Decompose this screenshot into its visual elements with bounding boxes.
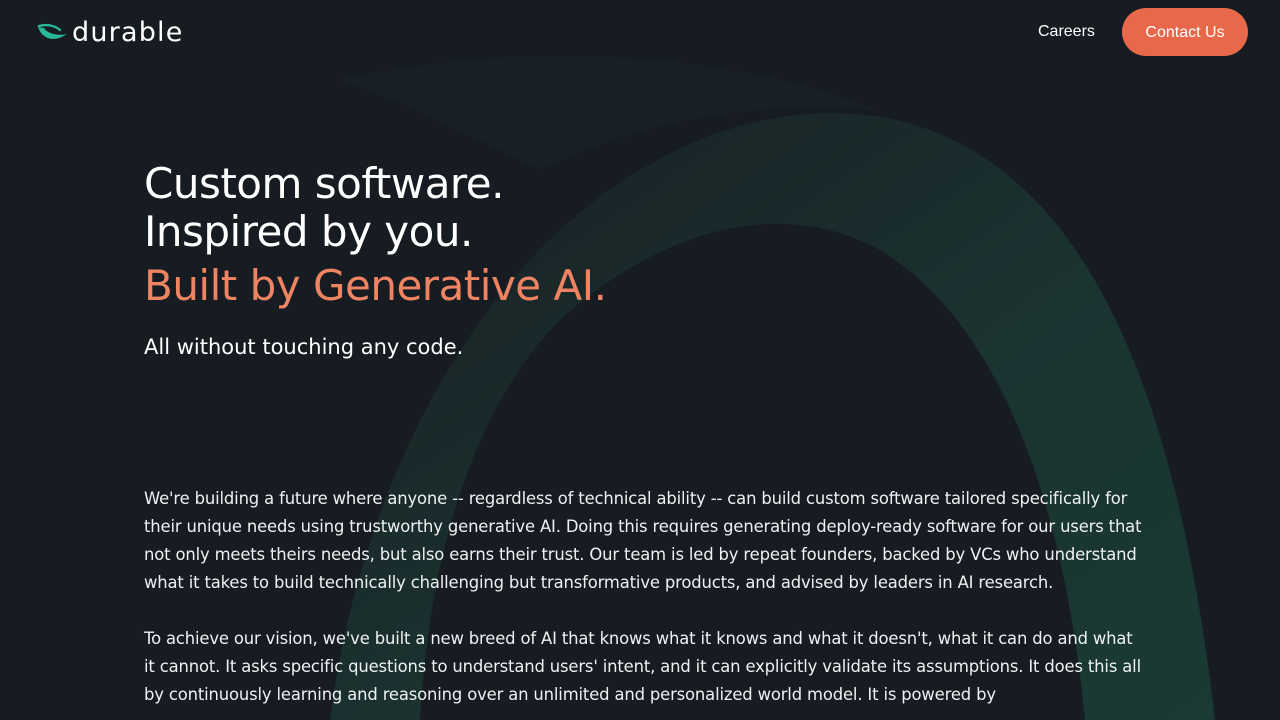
mission-text-section: We're building a future where anyone -- … — [144, 485, 1144, 720]
mission-paragraph-2: To achieve our vision, we've built a new… — [144, 629, 1141, 704]
nav-careers-link[interactable]: Careers — [1038, 20, 1095, 44]
hero-subtitle: All without touching any code. — [144, 335, 464, 359]
brand-name: durable — [72, 17, 184, 48]
durable-leaf-logo-icon — [37, 23, 67, 39]
hero-section: Custom software. Inspired by you. Built … — [144, 159, 607, 362]
hero-headline-line-1: Custom software. — [144, 159, 504, 208]
mission-paragraph-1: We're building a future where anyone -- … — [144, 489, 1142, 592]
logo-link[interactable]: durable — [36, 16, 184, 50]
site-header: durable Careers Contact Us — [0, 0, 1280, 66]
hero-headline-accent: Built by Generative AI. — [144, 261, 607, 310]
contact-us-button[interactable]: Contact Us — [1122, 8, 1248, 56]
hero-headline-line-2: Inspired by you. — [144, 207, 473, 256]
page: durable Careers Contact Us Custom softwa… — [0, 0, 1280, 720]
